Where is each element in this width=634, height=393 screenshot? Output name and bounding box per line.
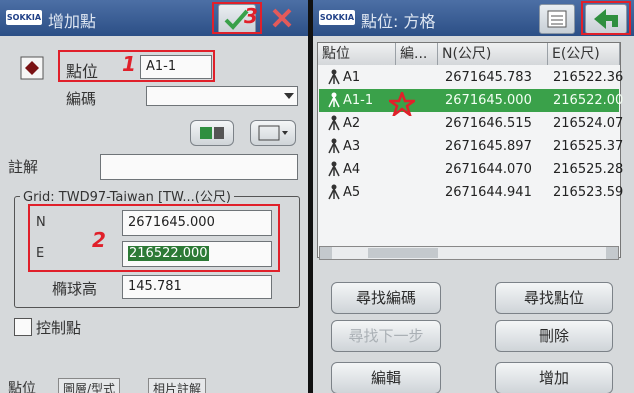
table-row[interactable]: A1 2671645.783 216522.36 <box>319 66 623 89</box>
chevron-down-icon <box>284 93 294 99</box>
tab-point[interactable]: 點位 <box>8 378 36 393</box>
scroll-right-icon[interactable] <box>606 247 618 259</box>
point-tripod-icon <box>328 161 340 177</box>
control-point-checkbox[interactable] <box>14 318 32 336</box>
grid-legend: Grid: TWD97-Taiwan [TW...(公尺) <box>20 186 234 205</box>
ellipsoid-height-label: 橢球高 <box>52 280 98 298</box>
column-header-n[interactable]: N(公尺) <box>438 43 548 65</box>
code-dropdown[interactable] <box>146 86 298 106</box>
scroll-left-icon[interactable] <box>320 247 332 259</box>
control-point-label: 控制點 <box>36 319 82 337</box>
annotation-box-2 <box>28 204 280 272</box>
table-row[interactable]: A4 2671644.070 216525.28 <box>319 158 623 181</box>
table-cell-n: 2671644.070 <box>445 162 532 177</box>
table-cell-e: 216522.00 <box>553 93 624 108</box>
measure-icon <box>200 127 224 139</box>
x-icon <box>272 8 292 28</box>
table-cell-point: A3 <box>343 139 361 154</box>
table-cell-point: A5 <box>343 185 361 200</box>
ellipsoid-height-input[interactable]: 145.781 <box>122 275 272 299</box>
table-row[interactable]: A3 2671645.897 216525.37 <box>319 135 623 158</box>
table-cell-e: 216522.36 <box>553 70 624 85</box>
column-header-e[interactable]: E(公尺) <box>548 43 620 65</box>
code-label: 編碼 <box>66 90 97 108</box>
screen-title: 增加點 <box>48 12 97 31</box>
table-cell-point: A2 <box>343 116 361 131</box>
table-cell-e: 216523.59 <box>553 185 624 200</box>
table-cell-n: 2671645.897 <box>445 139 532 154</box>
column-header-code[interactable]: 編... <box>396 43 438 65</box>
star-annotation-icon <box>389 92 415 116</box>
options-dropdown-button[interactable] <box>250 120 296 146</box>
delete-button[interactable]: 刪除 <box>495 320 613 352</box>
sokkia-logo: SOKKIA <box>6 10 42 25</box>
table-row[interactable]: A5 2671644.941 216523.59 <box>319 181 623 204</box>
table-cell-e: 216525.28 <box>553 162 624 177</box>
points-grid-screen: SOKKIA 點位: 方格 點位 編... N(公尺) E(公尺) A1 2671… <box>313 0 634 393</box>
sokkia-logo: SOKKIA <box>319 10 355 25</box>
annotation-3: 3 <box>244 4 258 28</box>
column-header-point[interactable]: 點位 <box>318 43 396 65</box>
table-cell-n: 2671645.783 <box>445 70 532 85</box>
note-label: 註解 <box>8 158 39 176</box>
add-point-screen: SOKKIA 增加點 3 點位 A1-1 1 編碼 註解 Grid: TWD97… <box>0 0 308 393</box>
point-tripod-icon <box>328 138 340 154</box>
table-cell-point: A1-1 <box>343 93 374 108</box>
point-tripod-icon <box>328 115 340 131</box>
horizontal-scrollbar[interactable] <box>319 246 619 260</box>
tab-layer-style[interactable]: 圖層/型式 <box>58 378 121 393</box>
point-tripod-icon <box>328 92 340 108</box>
view-toggle-button[interactable] <box>539 4 575 34</box>
title-bar: SOKKIA 增加點 3 <box>0 0 308 36</box>
find-code-button[interactable]: 尋找編碼 <box>331 282 441 314</box>
table-cell-n: 2671646.515 <box>445 116 532 131</box>
close-button[interactable] <box>264 4 300 32</box>
measure-button[interactable] <box>190 120 234 146</box>
point-tripod-icon <box>328 184 340 200</box>
tab-photo-notes[interactable]: 相片註解 <box>148 378 207 393</box>
table-cell-e: 216525.37 <box>553 139 624 154</box>
table-cell-e: 216524.07 <box>553 116 624 131</box>
annotation-1: 1 <box>122 52 136 76</box>
table-cell-n: 2671645.000 <box>445 93 532 108</box>
table-cell-n: 2671644.941 <box>445 185 532 200</box>
annotation-2: 2 <box>92 228 106 252</box>
table-row[interactable]: A1-1 2671645.000 216522.00 <box>319 89 623 112</box>
add-button[interactable]: 增加 <box>495 362 613 393</box>
title-bar: SOKKIA 點位: 方格 <box>313 0 634 36</box>
scroll-thumb[interactable] <box>368 248 438 258</box>
annotation-box-1 <box>58 50 215 82</box>
point-diamond-icon <box>20 56 44 80</box>
table-row[interactable]: A2 2671646.515 216524.07 <box>319 112 623 135</box>
annotation-box-back <box>581 1 631 35</box>
menu-icon <box>258 125 288 141</box>
edit-button[interactable]: 編輯 <box>331 362 441 393</box>
list-view-icon <box>547 10 567 28</box>
table-cell-point: A1 <box>343 70 361 85</box>
find-point-button[interactable]: 尋找點位 <box>495 282 613 314</box>
table-cell-point: A4 <box>343 162 361 177</box>
note-input[interactable] <box>100 154 298 180</box>
screen-title: 點位: 方格 <box>361 12 436 31</box>
find-next-button[interactable]: 尋找下一步 <box>331 320 441 352</box>
point-tripod-icon <box>328 69 340 85</box>
